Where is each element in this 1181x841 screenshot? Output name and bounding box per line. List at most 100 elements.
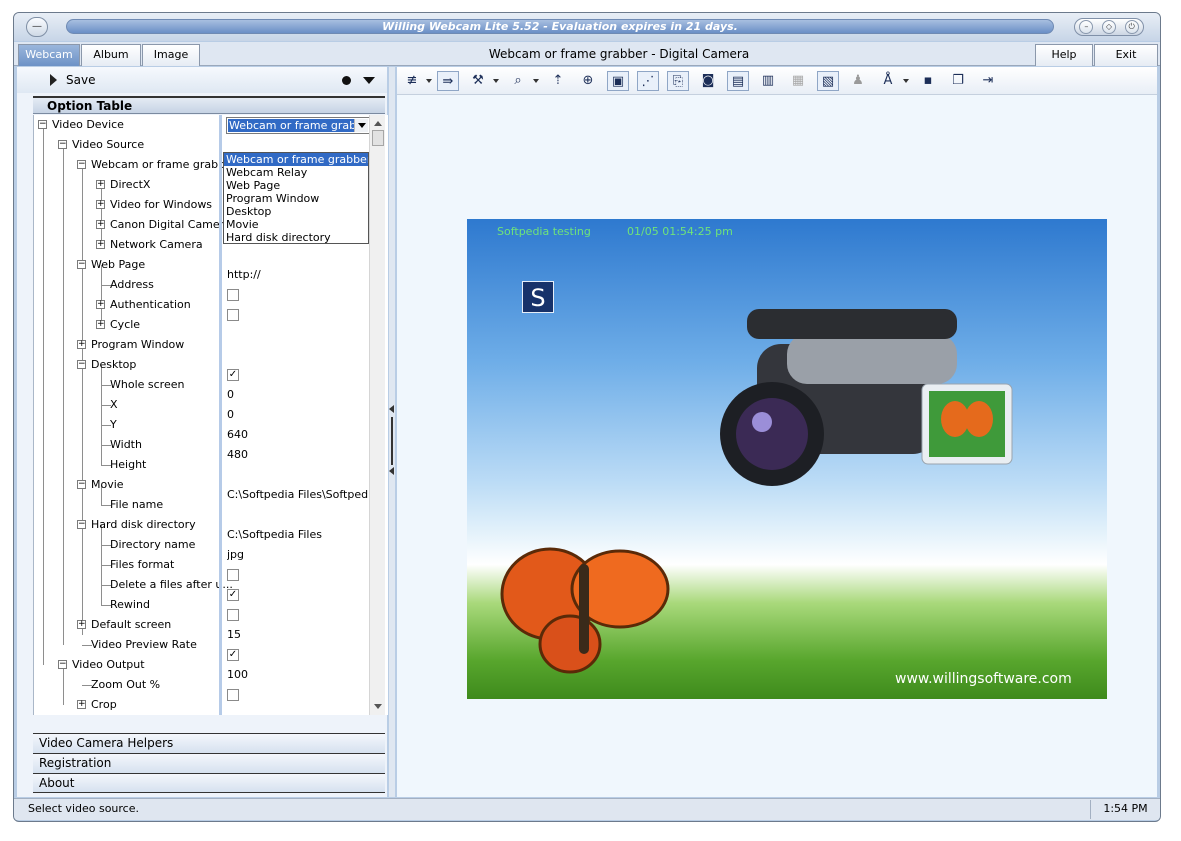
- video-source-select[interactable]: Webcam or frame grabber: [226, 117, 370, 134]
- expand-icon[interactable]: +: [96, 240, 105, 249]
- move-target-icon[interactable]: ⊕: [577, 71, 599, 91]
- file-name-value[interactable]: C:\Softpedia Files\Softpedia: [227, 485, 369, 505]
- monitor-network-icon[interactable]: ▤: [727, 71, 749, 91]
- save-disk-icon[interactable]: ▪: [917, 71, 939, 91]
- film-frame-icon[interactable]: ▧: [817, 71, 839, 91]
- collapse-icon[interactable]: −: [77, 480, 86, 489]
- delete-files-checkbox[interactable]: [227, 569, 239, 581]
- expand-icon[interactable]: +: [96, 320, 105, 329]
- scroll-down-icon[interactable]: [374, 704, 382, 709]
- panel-icon[interactable]: ▥: [757, 71, 779, 91]
- files-format-value[interactable]: jpg: [227, 545, 369, 565]
- picture-window-icon[interactable]: ▣: [607, 71, 629, 91]
- expand-icon[interactable]: +: [77, 340, 86, 349]
- dropdown-option[interactable]: Desktop: [224, 205, 368, 218]
- expand-icon[interactable]: +: [96, 200, 105, 209]
- dropdown-option[interactable]: Web Page: [224, 179, 368, 192]
- scroll-thumb[interactable]: [372, 130, 384, 146]
- zoom-page-icon[interactable]: ⌕: [507, 71, 529, 91]
- default-screen-checkbox[interactable]: [227, 609, 239, 621]
- tree-line: [63, 665, 64, 705]
- expand-icon[interactable]: +: [96, 220, 105, 229]
- page-up-icon[interactable]: ⇡: [547, 71, 569, 91]
- zoom-out-value[interactable]: 100: [227, 665, 369, 685]
- collapse-icon[interactable]: −: [38, 120, 47, 129]
- text-style-icon[interactable]: Å: [877, 71, 899, 91]
- tab-webcam[interactable]: Webcam: [18, 44, 80, 66]
- tree-scrollbar[interactable]: [369, 115, 385, 715]
- rewind-checkbox[interactable]: ✓: [227, 589, 239, 601]
- chevron-down-icon[interactable]: [533, 79, 539, 83]
- width-value[interactable]: 640: [227, 425, 369, 445]
- align-arrow-icon[interactable]: ⇛: [437, 71, 459, 91]
- viewfinder-wing-right: [965, 401, 993, 437]
- option-table-header[interactable]: Option Table: [33, 96, 385, 114]
- tree-item-label: File name: [110, 498, 164, 511]
- expand-icon[interactable]: +: [96, 180, 105, 189]
- exit-door-icon[interactable]: ⇥: [977, 71, 999, 91]
- directory-name-value[interactable]: C:\Softpedia Files: [227, 525, 369, 545]
- crop-checkbox[interactable]: [227, 689, 239, 701]
- minimize-icon[interactable]: –: [1079, 20, 1094, 34]
- save-button[interactable]: Save: [66, 67, 95, 93]
- collapse-icon[interactable]: −: [77, 360, 86, 369]
- app-menu-icon[interactable]: —: [26, 17, 48, 37]
- alarm-bell-icon[interactable]: ♟: [847, 71, 869, 91]
- collapse-icon[interactable]: −: [58, 660, 67, 669]
- expand-icon[interactable]: +: [77, 620, 86, 629]
- close-icon[interactable]: ⏻: [1124, 20, 1139, 34]
- camera-handle: [747, 309, 957, 339]
- chevron-down-icon[interactable]: [354, 119, 368, 132]
- maximize-icon[interactable]: ◇: [1101, 20, 1116, 34]
- pane-splitter[interactable]: [389, 67, 395, 797]
- cycle-checkbox[interactable]: [227, 309, 239, 321]
- dropdown-option[interactable]: Program Window: [224, 192, 368, 205]
- accordion-about[interactable]: About: [33, 773, 385, 793]
- tree-item-label: Video Output: [72, 658, 145, 671]
- butterfly-image: [500, 547, 670, 674]
- chevron-down-icon[interactable]: [426, 79, 432, 83]
- whole-screen-checkbox[interactable]: ✓: [227, 369, 239, 381]
- dropdown-option[interactable]: Movie: [224, 218, 368, 231]
- title-bar: — Willing Webcam Lite 5.52 - Evaluation …: [14, 13, 1160, 41]
- dropdown-option[interactable]: Webcam Relay: [224, 166, 368, 179]
- magic-wand-icon[interactable]: ⋰: [637, 71, 659, 91]
- dropdown-option[interactable]: Hard disk directory: [224, 231, 368, 244]
- authentication-checkbox[interactable]: [227, 289, 239, 301]
- copy-icon[interactable]: ❐: [947, 71, 969, 91]
- collapse-left-icon[interactable]: [389, 467, 394, 475]
- exit-button[interactable]: Exit: [1094, 44, 1158, 66]
- y-value[interactable]: 0: [227, 405, 369, 425]
- edit-list-icon[interactable]: ≢: [401, 71, 423, 91]
- collapse-icon[interactable]: −: [77, 160, 86, 169]
- grid-disabled-icon: ▦: [791, 73, 805, 88]
- expand-icon[interactable]: +: [77, 700, 86, 709]
- collapse-icon[interactable]: −: [77, 520, 86, 529]
- video-output-checkbox[interactable]: ✓: [227, 649, 239, 661]
- chevron-down-icon[interactable]: [363, 77, 375, 84]
- height-value[interactable]: 480: [227, 445, 369, 465]
- collapse-icon[interactable]: −: [58, 140, 67, 149]
- x-value[interactable]: 0: [227, 385, 369, 405]
- accordion-registration[interactable]: Registration: [33, 753, 385, 773]
- help-button[interactable]: Help: [1035, 44, 1093, 66]
- record-dot-icon[interactable]: [342, 76, 351, 85]
- paste-note-icon[interactable]: ⎘: [667, 71, 689, 91]
- video-preview[interactable]: Softpedia testing 01/05 01:54:25 pm S ww…: [467, 219, 1107, 699]
- scroll-up-icon[interactable]: [374, 121, 382, 126]
- tab-image[interactable]: Image: [142, 44, 200, 66]
- accordion-video-camera-helpers[interactable]: Video Camera Helpers: [33, 733, 385, 753]
- address-value[interactable]: http://: [227, 265, 369, 285]
- collapse-left-icon[interactable]: [389, 405, 394, 413]
- expand-icon[interactable]: +: [96, 300, 105, 309]
- chevron-down-icon[interactable]: [493, 79, 499, 83]
- tools-icon[interactable]: ⚒: [467, 71, 489, 91]
- play-arrow-icon[interactable]: [50, 74, 57, 86]
- collapse-icon[interactable]: −: [77, 260, 86, 269]
- chevron-down-icon[interactable]: [903, 79, 909, 83]
- preview-rate-value[interactable]: 15: [227, 625, 369, 645]
- camera-icon[interactable]: ◙: [697, 71, 719, 91]
- tree-item-label: Video Device: [52, 118, 124, 131]
- tab-album[interactable]: Album: [81, 44, 141, 66]
- dropdown-option[interactable]: Webcam or frame grabber: [224, 153, 368, 166]
